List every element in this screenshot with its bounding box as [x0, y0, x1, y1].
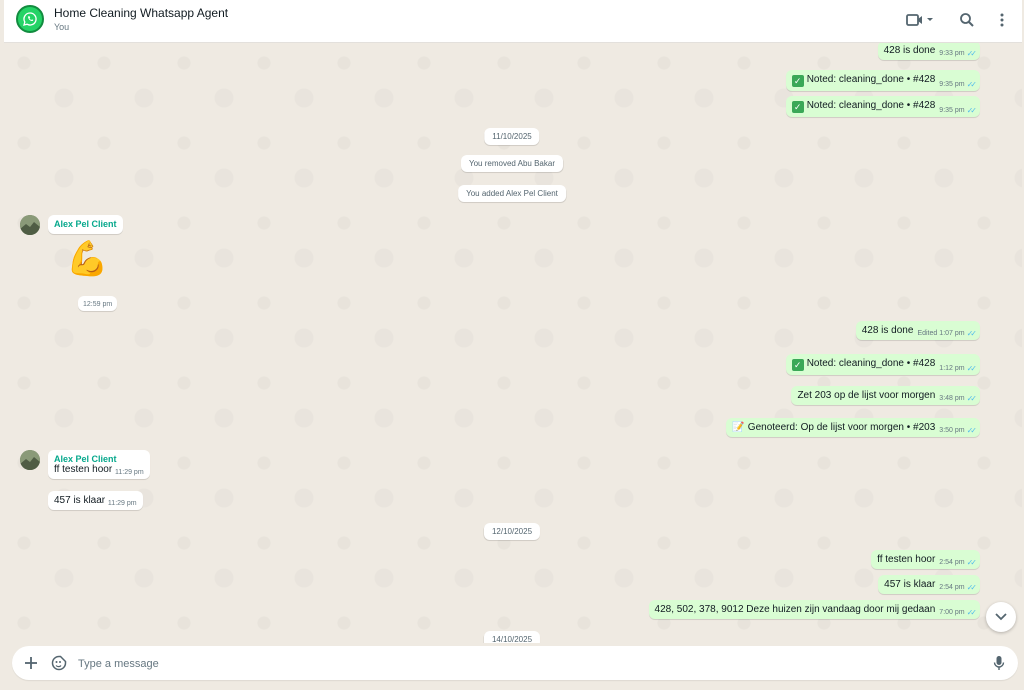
checkmark-icon: ✓	[791, 359, 804, 371]
read-ticks-icon: ✓✓	[966, 394, 978, 403]
system-message: You removed Abu Bakar	[461, 155, 563, 172]
message-outgoing[interactable]: 📝 Genoteerd: Op de lijst voor morgen • #2…	[726, 418, 980, 437]
message-text: ff testen hoor	[54, 464, 113, 475]
read-ticks-icon: ✓✓	[966, 426, 978, 435]
read-ticks-icon: ✓✓	[966, 364, 978, 373]
message-incoming[interactable]: 457 is klaar 11:29 pm	[48, 491, 143, 510]
message-incoming[interactable]: Alex Pel Client ff testen hoor 11:29 pm	[48, 450, 150, 479]
message-text: 457 is klaar	[884, 579, 936, 590]
message-composer	[12, 646, 1018, 680]
message-text: 428, 502, 378, 9012 Deze huizen zijn van…	[654, 604, 936, 615]
message-outgoing[interactable]: ✓ Noted: cleaning_done • #428 1:12 pm ✓✓	[785, 354, 980, 375]
message-outgoing[interactable]: ff testen hoor 2:54 pm ✓✓	[871, 550, 980, 569]
edited-label: Edited	[917, 330, 938, 337]
message-outgoing[interactable]: 428, 502, 378, 9012 Deze huizen zijn van…	[648, 600, 980, 619]
message-time: 7:00 pm	[939, 609, 965, 616]
message-outgoing[interactable]: ✓ Noted: cleaning_done • #428 9:35 pm ✓✓	[785, 96, 980, 117]
sender-name[interactable]: Alex Pel Client	[54, 219, 117, 229]
date-separator: 11/10/2025	[484, 128, 540, 145]
message-time: 12:59 pm	[83, 301, 113, 308]
microphone-icon[interactable]	[988, 652, 1010, 674]
memo-icon: 📝	[732, 422, 745, 433]
message-time: 1:07 pm	[939, 330, 965, 337]
message-text: 428 is done	[861, 325, 914, 336]
read-ticks-icon: ✓✓	[966, 329, 978, 338]
message-outgoing[interactable]: 457 is klaar 2:54 pm ✓✓	[878, 575, 980, 594]
video-call-icon[interactable]	[904, 9, 936, 31]
checkmark-icon: ✓	[791, 75, 804, 87]
message-outgoing[interactable]: ✓ Noted: cleaning_done • #428 9:35 pm ✓✓	[785, 70, 980, 91]
sender-name[interactable]: Alex Pel Client	[54, 454, 144, 464]
message-outgoing[interactable]: Zet 203 op de lijst voor morgen 3:48 pm ✓…	[791, 386, 980, 405]
message-outgoing[interactable]: 428 is done 9:33 pm ✓✓	[877, 43, 980, 60]
date-separator: 12/10/2025	[483, 523, 541, 540]
message-time: 11:29 pm	[114, 469, 144, 476]
message-input[interactable]	[76, 654, 960, 674]
message-time: 2:54 pm	[939, 584, 965, 591]
message-time: 9:33 pm	[939, 50, 965, 57]
message-text: 457 is klaar	[54, 495, 106, 506]
attach-plus-icon[interactable]	[20, 652, 42, 674]
message-text: 428 is done	[883, 45, 936, 56]
read-ticks-icon: ✓✓	[966, 80, 978, 89]
message-time: 3:50 pm	[939, 427, 965, 434]
message-time: 1:12 pm	[939, 365, 965, 372]
message-outgoing[interactable]: 428 is done Edited 1:07 pm ✓✓	[855, 321, 980, 340]
menu-icon[interactable]	[991, 9, 1013, 31]
message-time: 11:29 pm	[107, 500, 137, 507]
read-ticks-icon: ✓✓	[966, 583, 978, 592]
sticker[interactable]: 💪	[66, 239, 108, 279]
chat-title[interactable]: Home Cleaning Whatsapp Agent	[54, 6, 228, 20]
read-ticks-icon: ✓✓	[966, 49, 978, 58]
message-text: Genoteerd: Op de lijst voor morgen • #20…	[747, 422, 936, 433]
search-icon[interactable]	[956, 9, 978, 31]
message-text: Noted: cleaning_done • #428	[806, 100, 936, 111]
message-time: 2:54 pm	[939, 559, 965, 566]
read-ticks-icon: ✓✓	[966, 106, 978, 115]
avatar[interactable]	[20, 215, 40, 235]
scroll-to-bottom-button[interactable]	[986, 602, 1016, 632]
whatsapp-logo-icon[interactable]	[16, 5, 44, 33]
message-time: 9:35 pm	[939, 107, 965, 114]
system-message: You added Alex Pel Client	[458, 185, 566, 202]
message-text: Noted: cleaning_done • #428	[806, 74, 936, 85]
avatar[interactable]	[20, 450, 40, 470]
message-text: Noted: cleaning_done • #428	[806, 358, 936, 369]
chat-header: Home Cleaning Whatsapp Agent You	[4, 0, 1022, 43]
message-incoming[interactable]: Alex Pel Client	[48, 215, 123, 234]
read-ticks-icon: ✓✓	[966, 558, 978, 567]
checkmark-icon: ✓	[791, 101, 804, 113]
chevron-down-icon	[995, 613, 1007, 621]
message-text: Zet 203 op de lijst voor morgen	[797, 390, 936, 401]
message-time: 3:48 pm	[939, 395, 965, 402]
message-list[interactable]: 428 is done 9:33 pm ✓✓ ✓ Noted: cleaning_d…	[4, 43, 1022, 643]
read-ticks-icon: ✓✓	[966, 608, 978, 617]
message-time: 9:35 pm	[939, 81, 965, 88]
date-separator: 14/10/2025	[483, 631, 541, 643]
sticker-time-badge: 12:59 pm	[78, 296, 118, 311]
chat-subtitle: You	[54, 22, 70, 32]
message-text: ff testen hoor	[877, 554, 936, 565]
sticker-icon[interactable]	[48, 652, 70, 674]
